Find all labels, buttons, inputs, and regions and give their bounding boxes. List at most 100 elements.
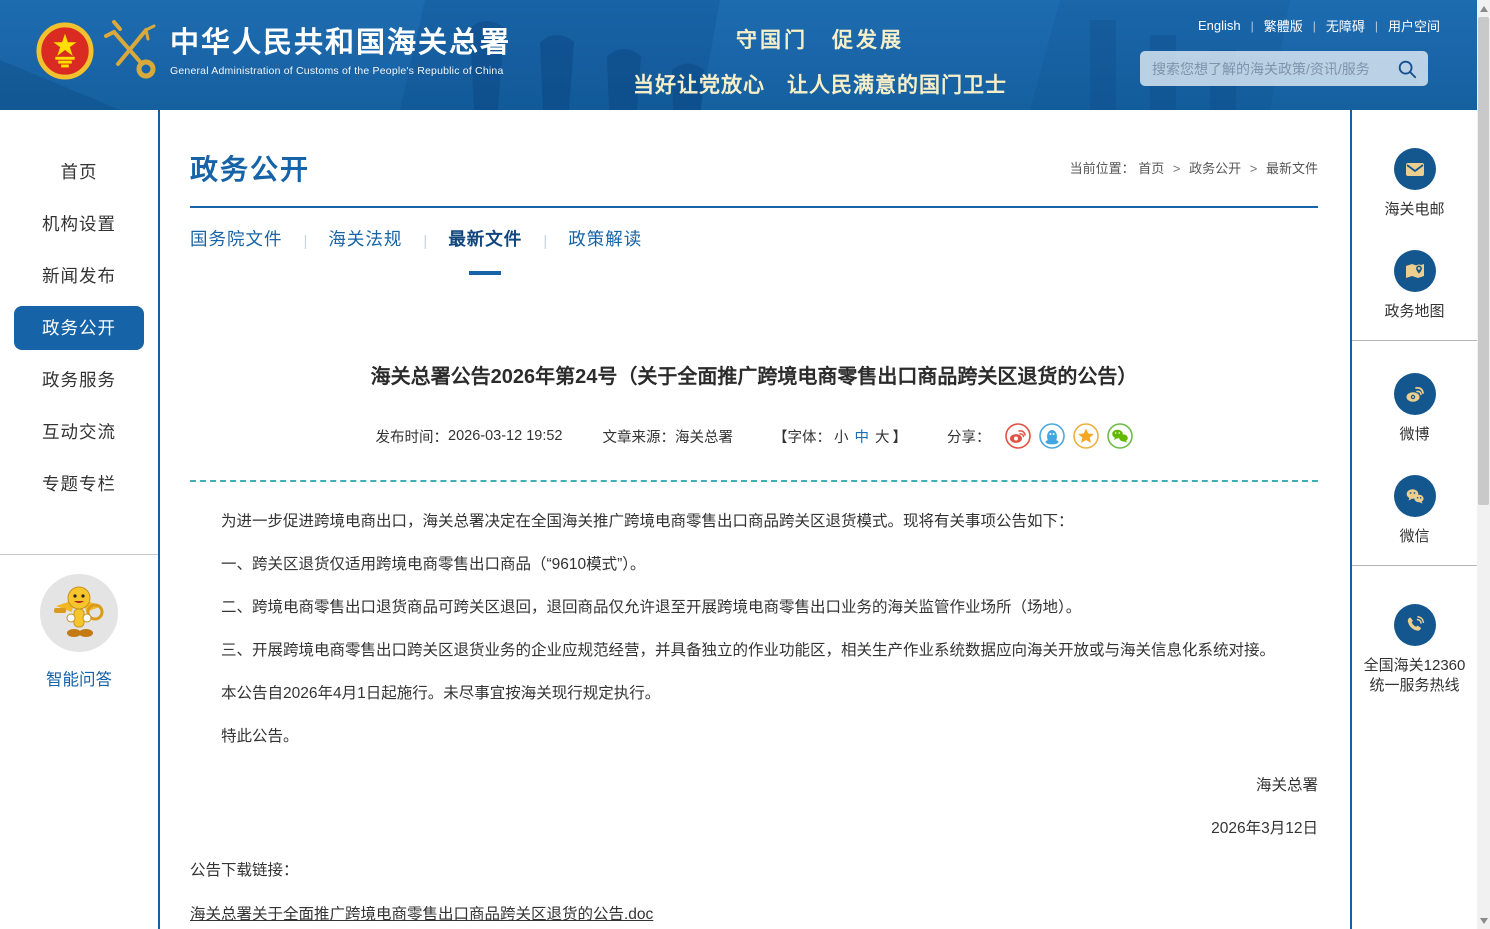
link-accessibility[interactable]: 无障碍 — [1326, 16, 1365, 35]
quick-links: English | 繁體版 | 无障碍 | 用户空间 — [1140, 16, 1440, 35]
national-emblem-icon — [36, 22, 94, 80]
rail-item-customs-email[interactable]: 海关电邮 — [1352, 148, 1477, 220]
document-tabs: 国务院文件 | 海关法规 | 最新文件 | 政策解读 — [190, 226, 642, 257]
signature-authority: 海关总署 — [1256, 773, 1318, 795]
font-size-large-button[interactable]: 大 — [875, 426, 890, 447]
left-sidebar: 首页 机构设置 新闻发布 政务公开 政务服务 互动交流 专题专栏 — [0, 110, 160, 929]
dashed-divider — [190, 480, 1318, 482]
rail-divider — [1352, 565, 1477, 566]
download-section-label: 公告下载链接： — [190, 858, 299, 880]
font-size-label: 【字体： — [773, 426, 831, 447]
rail-item-wechat[interactable]: 微信 — [1352, 475, 1477, 547]
breadcrumb-separator: > — [1250, 161, 1258, 176]
source-label: 文章来源： — [603, 426, 676, 447]
breadcrumb-separator: > — [1173, 161, 1181, 176]
site-header: 中华人民共和国海关总署 General Administration of Cu… — [0, 0, 1477, 110]
breadcrumb: 当前位置： 首页 > 政务公开 > 最新文件 — [1070, 158, 1318, 177]
share-weibo-icon[interactable] — [1005, 423, 1031, 449]
sidebar-item-gov-disclosure[interactable]: 政务公开 — [14, 306, 144, 350]
rail-label-hotline-line1: 全国海关12360 — [1352, 656, 1477, 676]
article-meta: 发布时间： 2026-03-12 19:52 文章来源： 海关总署 【字体： 小… — [190, 423, 1318, 449]
scrollbar-thumb[interactable] — [1478, 17, 1489, 505]
font-size-medium-button[interactable]: 中 — [855, 426, 870, 447]
sidebar-item-special-topics[interactable]: 专题专栏 — [0, 458, 158, 510]
brand-block[interactable]: 中华人民共和国海关总署 General Administration of Cu… — [36, 20, 511, 82]
tab-customs-regulations[interactable]: 海关法规 — [328, 226, 402, 257]
link-separator: | — [1313, 19, 1316, 33]
right-sidebar: 海关电邮 政务地图 微 — [1350, 110, 1477, 929]
slogan-line2: 当好让党放心 让人民满意的国门卫士 — [610, 69, 1030, 99]
signature-date: 2026年3月12日 — [1211, 816, 1318, 838]
scrollbar-up-arrow[interactable] — [1477, 0, 1490, 17]
rail-label-wechat: 微信 — [1352, 527, 1477, 547]
share-wechat-icon[interactable] — [1107, 423, 1133, 449]
tab-policy-interpretation[interactable]: 政策解读 — [568, 226, 642, 257]
search-input[interactable] — [1152, 61, 1396, 77]
publish-time-label: 发布时间： — [376, 426, 449, 447]
breadcrumb-home[interactable]: 首页 — [1138, 161, 1164, 176]
mascot-icon — [44, 578, 114, 648]
mascot-avatar[interactable] — [40, 574, 118, 652]
mail-icon — [1403, 157, 1427, 181]
tab-state-council-docs[interactable]: 国务院文件 — [190, 226, 283, 257]
paragraph: 特此公告。 — [190, 725, 1318, 748]
article-body: 为进一步促进跨境电商出口，海关总署决定在全国海关推广跨境电商零售出口商品跨关区退… — [190, 510, 1318, 768]
tab-separator: | — [304, 233, 308, 250]
share-qzone-icon[interactable] — [1073, 423, 1099, 449]
tab-latest-documents[interactable]: 最新文件 — [448, 226, 522, 257]
breadcrumb-latest-docs[interactable]: 最新文件 — [1266, 161, 1318, 176]
site-title: 中华人民共和国海关总署 — [170, 26, 511, 60]
main-content: 政务公开 当前位置： 首页 > 政务公开 > 最新文件 国务院文件 | 海关法规… — [190, 110, 1318, 929]
paragraph: 二、跨境电商零售出口退货商品可跨关区退回，退回商品仅允许退至开展跨境电商零售出口… — [190, 596, 1318, 619]
link-separator: | — [1251, 19, 1254, 33]
paragraph: 一、跨关区退货仅适用跨境电商零售出口商品（“9610模式”）。 — [190, 553, 1318, 576]
rail-item-weibo[interactable]: 微博 — [1352, 373, 1477, 445]
smart-qa-link[interactable]: 智能问答 — [0, 666, 158, 690]
breadcrumb-gov-disclosure[interactable]: 政务公开 — [1189, 161, 1241, 176]
tab-separator: | — [423, 233, 427, 250]
phone-icon — [1403, 613, 1427, 637]
customs-key-logo-icon — [102, 20, 158, 82]
link-traditional[interactable]: 繁體版 — [1264, 16, 1303, 35]
rail-item-gov-map[interactable]: 政务地图 — [1352, 250, 1477, 322]
share-qq-icon[interactable] — [1039, 423, 1065, 449]
header-slogan: 守国门 促发展 当好让党放心 让人民满意的国门卫士 — [610, 24, 1030, 99]
breadcrumb-prefix: 当前位置： — [1070, 161, 1135, 176]
tab-separator: | — [543, 233, 547, 250]
wechat-icon — [1403, 484, 1427, 508]
article-title: 海关总署公告2026年第24号（关于全面推广跨境电商零售出口商品跨关区退货的公告… — [190, 360, 1318, 389]
scrollbar-down-arrow[interactable] — [1477, 912, 1490, 929]
search-icon[interactable] — [1396, 58, 1418, 80]
map-icon — [1403, 259, 1427, 283]
weibo-icon — [1403, 382, 1427, 406]
page-scrollbar[interactable] — [1477, 0, 1490, 929]
paragraph: 本公告自2026年4月1日起施行。未尽事宜按海关现行规定执行。 — [190, 682, 1318, 705]
source-value: 海关总署 — [675, 426, 733, 447]
sidebar-item-news[interactable]: 新闻发布 — [0, 250, 158, 302]
paragraph: 三、开展跨境电商零售出口跨关区退货业务的企业应规范经营，并具备独立的作业功能区，… — [190, 639, 1318, 662]
paragraph: 为进一步促进跨境电商出口，海关总署决定在全国海关推广跨境电商零售出口商品跨关区退… — [190, 510, 1318, 533]
sidebar-item-organization[interactable]: 机构设置 — [0, 198, 158, 250]
sidebar-item-home[interactable]: 首页 — [0, 146, 158, 198]
rail-label-weibo: 微博 — [1352, 425, 1477, 445]
rail-label-customs-email: 海关电邮 — [1352, 200, 1477, 220]
rail-divider — [1352, 340, 1477, 341]
rail-item-hotline-12360[interactable]: 全国海关12360 统一服务热线 — [1352, 604, 1477, 696]
sidebar-item-interaction[interactable]: 互动交流 — [0, 406, 158, 458]
link-user-space[interactable]: 用户空间 — [1388, 16, 1440, 35]
font-size-small-button[interactable]: 小 — [834, 426, 849, 447]
slogan-line1: 守国门 促发展 — [610, 24, 1030, 54]
page: 中华人民共和国海关总署 General Administration of Cu… — [0, 0, 1490, 929]
rail-label-gov-map: 政务地图 — [1352, 302, 1477, 322]
share-label: 分享： — [947, 426, 991, 447]
publish-time-value: 2026-03-12 19:52 — [448, 428, 563, 444]
sidebar-item-gov-services[interactable]: 政务服务 — [0, 354, 158, 406]
rail-label-hotline-line2: 统一服务热线 — [1352, 676, 1477, 696]
link-english[interactable]: English — [1198, 18, 1241, 33]
link-separator: | — [1375, 19, 1378, 33]
download-doc-link[interactable]: 海关总署关于全面推广跨境电商零售出口商品跨关区退货的公告.doc — [190, 902, 653, 924]
search-box — [1140, 51, 1428, 86]
page-title: 政务公开 — [190, 148, 310, 188]
font-size-label-close: 】 — [893, 426, 908, 447]
section-title-rule — [190, 206, 1318, 208]
